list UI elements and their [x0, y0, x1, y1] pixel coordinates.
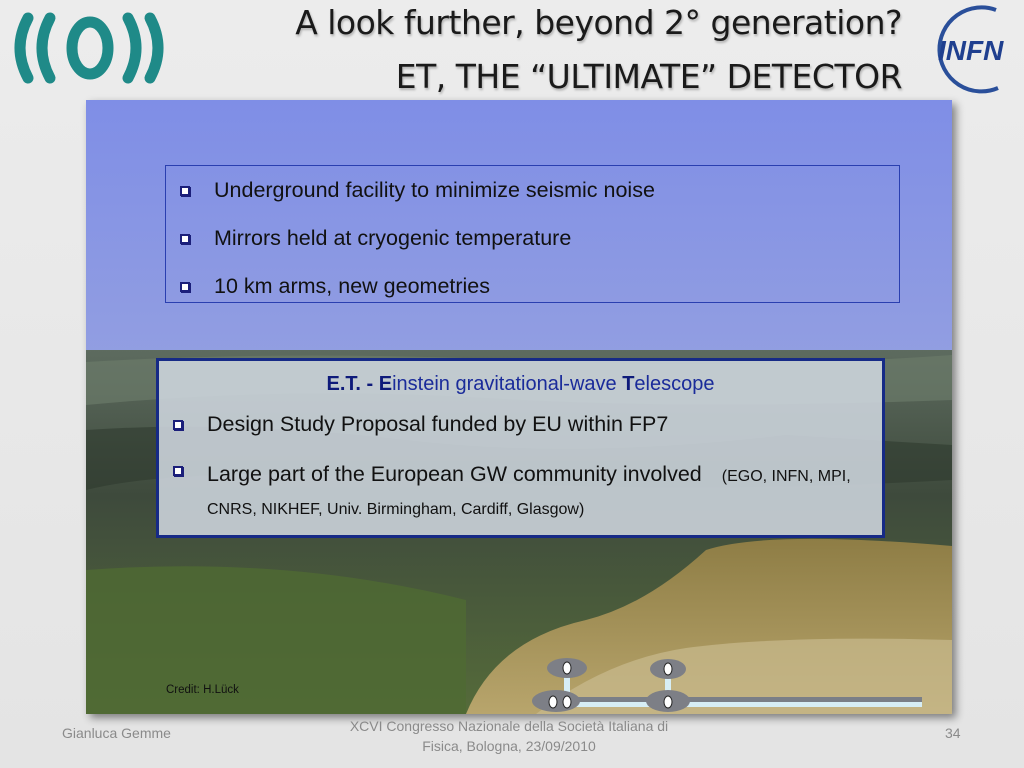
bullet-text: Underground facility to minimize seismic… [214, 178, 655, 202]
infn-logo: INFN [926, 2, 1021, 97]
et-e-letter: E [378, 373, 393, 395]
key-features-box: Underground facility to minimize seismic… [165, 165, 900, 303]
bullet-square-icon [180, 233, 190, 244]
slide-title-line-2: ET, THE “ULTIMATE” DETECTOR [395, 57, 903, 96]
et-description-box: E.T. - Einstein gravitational-wave Teles… [156, 358, 885, 538]
et-heading: E.T. - Einstein gravitational-wave Teles… [181, 373, 860, 396]
list-item: Underground facility to minimize seismic… [180, 178, 899, 204]
bullet-text: Large part of the European GW community … [207, 461, 702, 486]
list-item: 10 km arms, new geometries [180, 273, 899, 300]
bullet-square-icon [173, 465, 183, 476]
ego-logo [8, 8, 173, 88]
footer-author: Gianluca Gemme [62, 725, 171, 741]
list-item: Design Study Proposal funded by EU withi… [173, 412, 860, 438]
bullet-text: Design Study Proposal funded by EU withi… [207, 412, 669, 436]
et-name-mid: instein gravitational-wave [392, 373, 623, 395]
bullet-text: 10 km arms, new geometries [214, 273, 491, 298]
list-item: Large part of the European GW community … [173, 458, 860, 525]
et-t-letter: T [622, 373, 635, 395]
image-credit: Credit: H.Lück [166, 684, 239, 696]
page-number: 34 [945, 725, 961, 741]
et-abbr: E.T. - [326, 373, 379, 395]
bullet-square-icon [173, 420, 183, 430]
slide-title-line-1: A look further, beyond 2° generation? [295, 3, 902, 42]
bullet-text: Mirrors held at cryogenic temperature [214, 225, 572, 250]
list-item: Mirrors held at cryogenic temperature [180, 225, 899, 252]
footer-conference: XCVI Congresso Nazionale della Società I… [349, 718, 669, 755]
svg-text:INFN: INFN [938, 35, 1004, 66]
et-landscape-illustration: Underground facility to minimize seismic… [86, 100, 952, 714]
bullet-square-icon [180, 281, 190, 292]
et-name-end: elescope [634, 373, 715, 395]
bullet-square-icon [180, 186, 190, 196]
